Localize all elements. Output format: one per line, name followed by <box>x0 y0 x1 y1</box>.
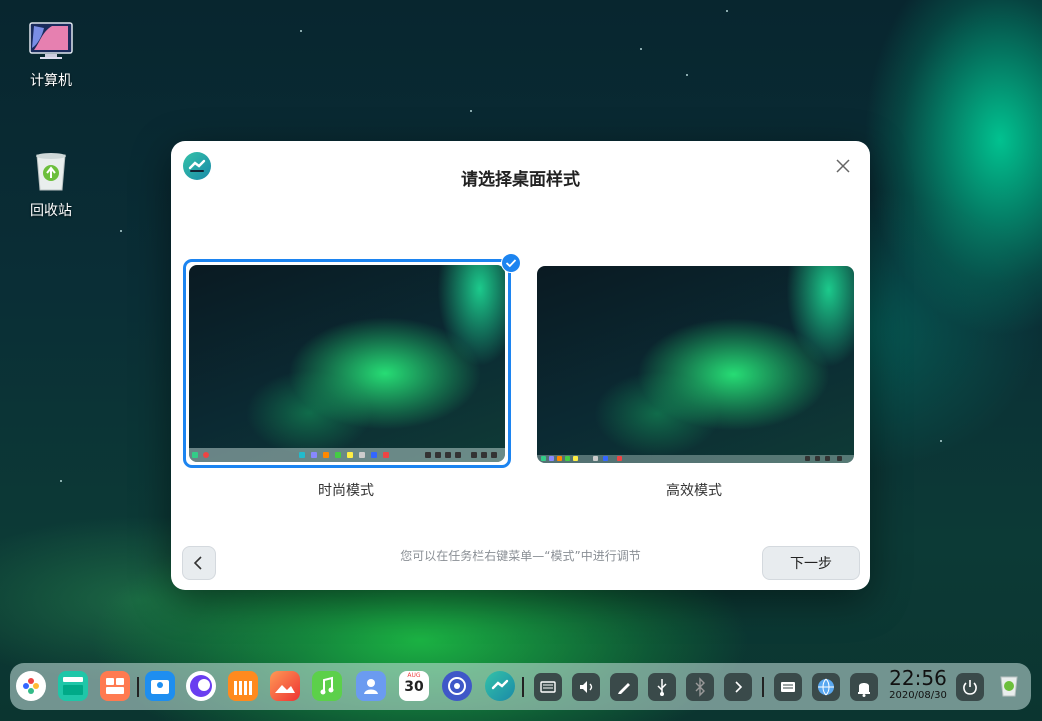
trash-icon[interactable] <box>994 671 1024 701</box>
settings-icon[interactable] <box>442 671 472 701</box>
taskbar-separator <box>137 677 139 697</box>
input-method-icon[interactable] <box>774 673 802 701</box>
music-store-icon[interactable] <box>228 671 258 701</box>
bluetooth-icon[interactable] <box>686 673 714 701</box>
dialog-title: 请选择桌面样式 <box>461 170 580 190</box>
star <box>640 48 642 50</box>
desktop-icon-trash[interactable]: 回收站 <box>21 152 81 220</box>
music-icon[interactable] <box>312 671 342 701</box>
volume-icon[interactable] <box>572 673 600 701</box>
expand-icon[interactable] <box>724 673 752 701</box>
star <box>726 10 728 12</box>
star <box>300 30 302 32</box>
desktop-icon-label: 计算机 <box>30 73 72 89</box>
clock[interactable]: 22:56 2020/08/30 <box>888 667 948 703</box>
taskbar: AUG 30 22:56 2020/08/30 <box>10 663 1031 710</box>
keyboard-icon[interactable] <box>534 673 562 701</box>
preview-taskbar <box>189 448 505 462</box>
desktop-icon-label: 回收站 <box>30 203 72 219</box>
desktop-icon-computer[interactable]: 计算机 <box>21 22 81 90</box>
launcher-icon[interactable] <box>16 671 46 701</box>
calendar-day: 30 <box>404 679 424 695</box>
star <box>470 110 472 112</box>
usb-icon[interactable] <box>648 673 676 701</box>
trash-icon <box>28 152 74 192</box>
option-label-efficient: 高效模式 <box>666 483 722 499</box>
preview-taskbar <box>537 455 854 463</box>
assistant-icon[interactable] <box>485 671 515 701</box>
image-viewer-icon[interactable] <box>270 671 300 701</box>
app-store-icon[interactable] <box>100 671 130 701</box>
calendar-icon[interactable]: AUG 30 <box>399 671 429 701</box>
pen-icon[interactable] <box>610 673 638 701</box>
power-icon[interactable] <box>956 673 984 701</box>
star <box>120 230 122 232</box>
multitask-icon[interactable] <box>58 671 88 701</box>
taskbar-separator <box>762 677 764 697</box>
browser-icon[interactable] <box>186 671 216 701</box>
selected-check-icon <box>501 253 521 273</box>
option-label-fashion: 时尚模式 <box>318 483 374 499</box>
star <box>60 480 62 482</box>
star <box>940 440 942 442</box>
close-icon[interactable] <box>834 157 852 175</box>
clock-time: 22:56 <box>889 666 947 690</box>
clock-date: 2020/08/30 <box>889 690 947 701</box>
taskbar-separator <box>522 677 524 697</box>
network-icon[interactable] <box>812 673 840 701</box>
option-efficient-preview[interactable] <box>537 266 854 463</box>
next-button[interactable]: 下一步 <box>762 546 860 580</box>
file-manager-icon[interactable] <box>145 671 175 701</box>
computer-icon <box>28 22 74 62</box>
option-fashion-preview[interactable] <box>189 265 505 462</box>
star <box>686 74 688 76</box>
contacts-icon[interactable] <box>356 671 386 701</box>
notification-icon[interactable] <box>850 673 878 701</box>
